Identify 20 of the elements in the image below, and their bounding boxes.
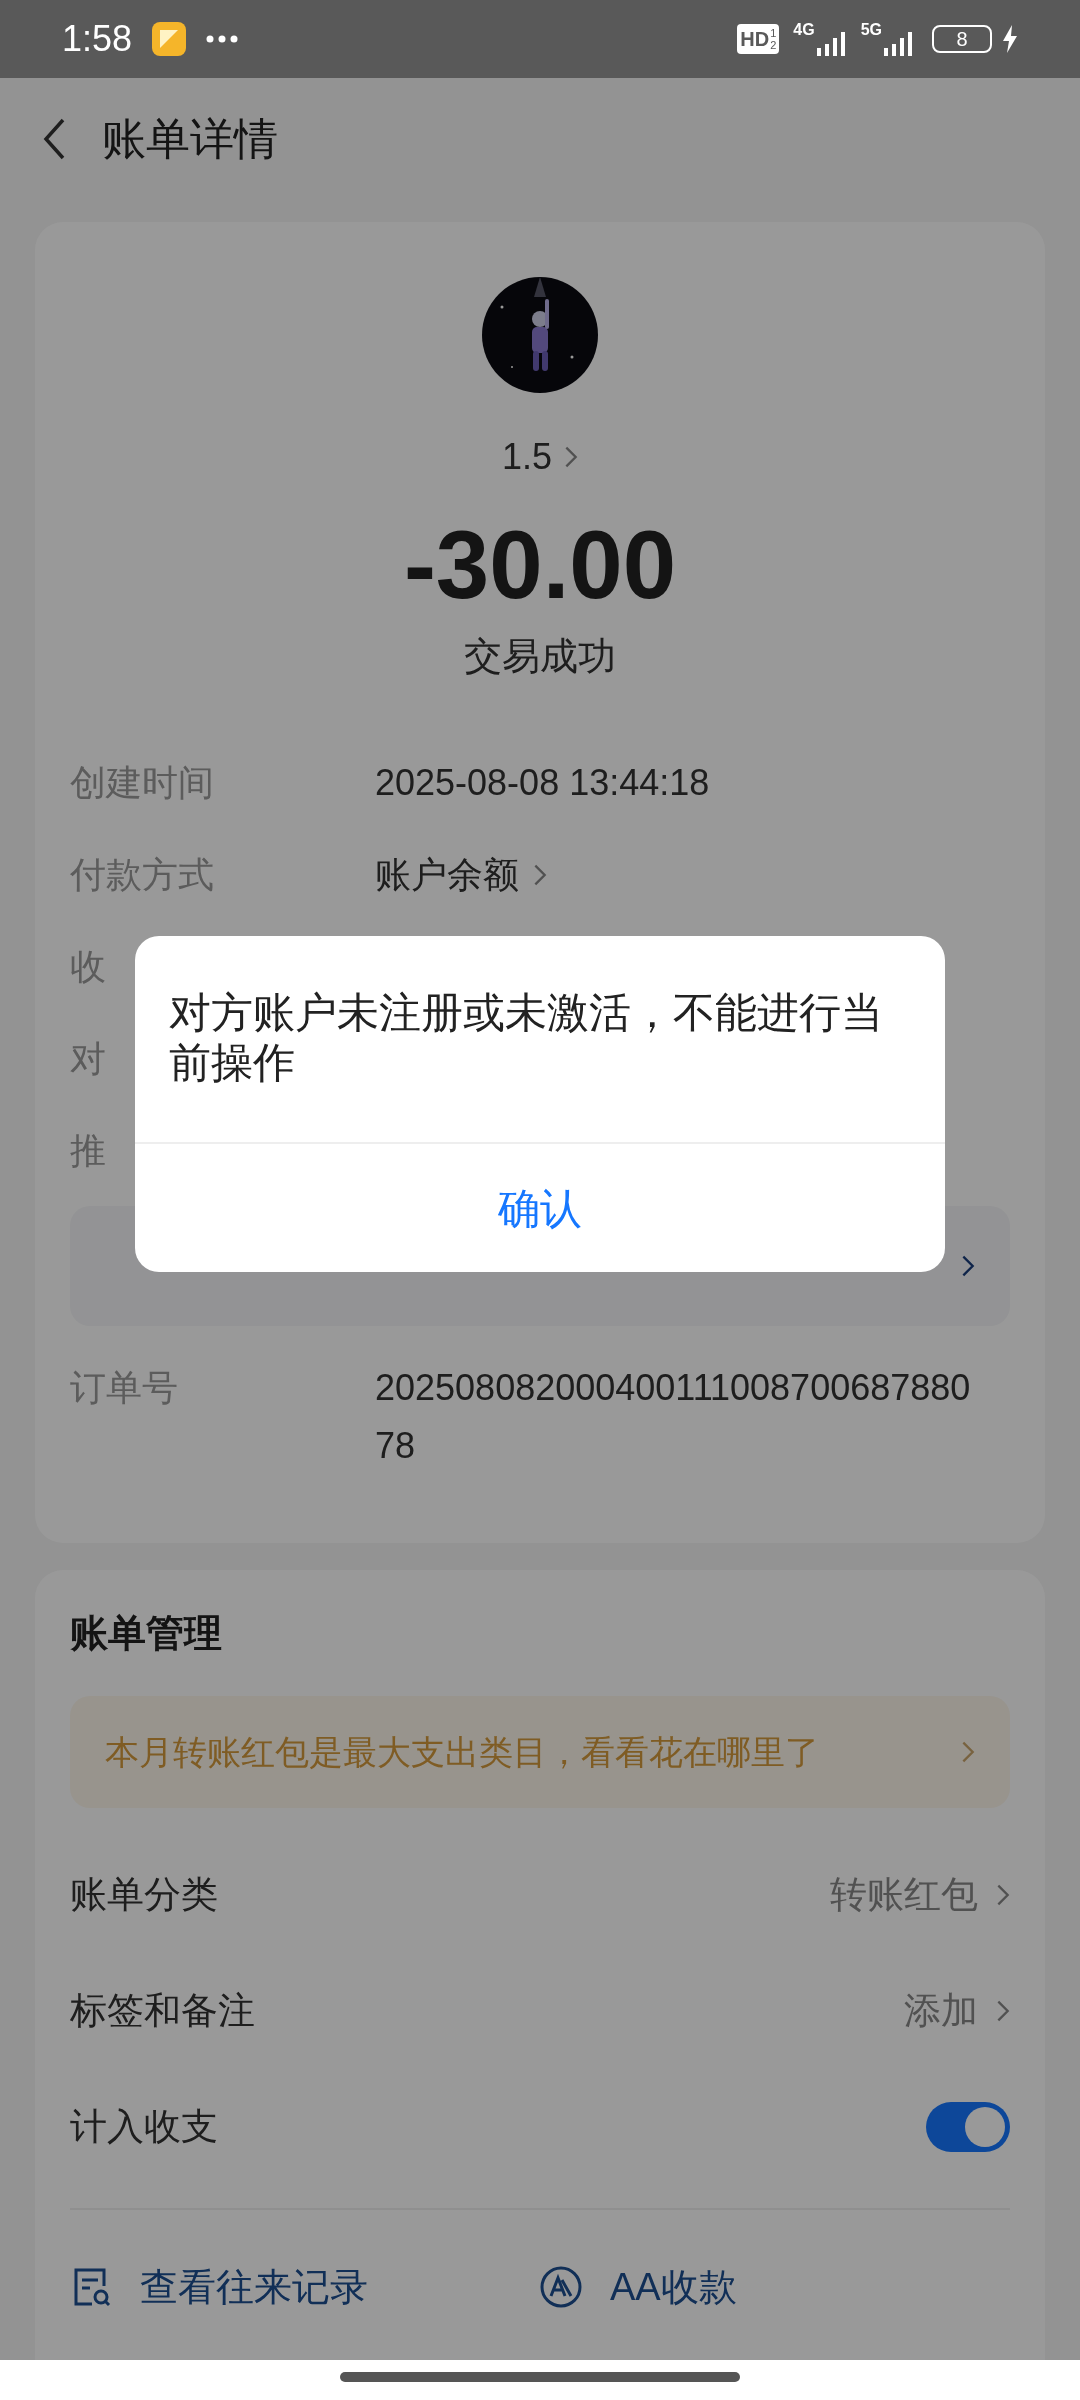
detail-value: 2025-08-08 13:44:18 — [375, 761, 710, 805]
detail-label: 订单号 — [70, 1366, 179, 1410]
network-type: 4G — [793, 22, 815, 38]
dialog-message: 对方账户未注册或未激活，不能进行当前操作 — [168, 988, 884, 1088]
transaction-status: 交易成功 — [464, 634, 616, 679]
detail-label: 收 — [70, 946, 106, 987]
page-title: 账单详情 — [102, 113, 278, 165]
amount: -30.00 — [403, 510, 677, 620]
battery-indicator: 8 — [932, 25, 992, 53]
detail-label: 付款方式 — [70, 854, 214, 895]
detail-label: 对 — [70, 1038, 106, 1079]
section-title: 账单管理 — [70, 1611, 223, 1656]
order-number: 20250808200040011100870068788078 — [375, 1366, 972, 1468]
setting-label: 账单分类 — [70, 1873, 218, 1918]
detail-label: 推 — [70, 1130, 106, 1171]
setting-label: 计入收支 — [70, 2105, 218, 2150]
time: 1:58 — [62, 17, 133, 61]
detail-label: 创建时间 — [70, 762, 214, 803]
setting-label: 标签和备注 — [70, 1989, 255, 2034]
network-type: 5G — [860, 22, 882, 38]
